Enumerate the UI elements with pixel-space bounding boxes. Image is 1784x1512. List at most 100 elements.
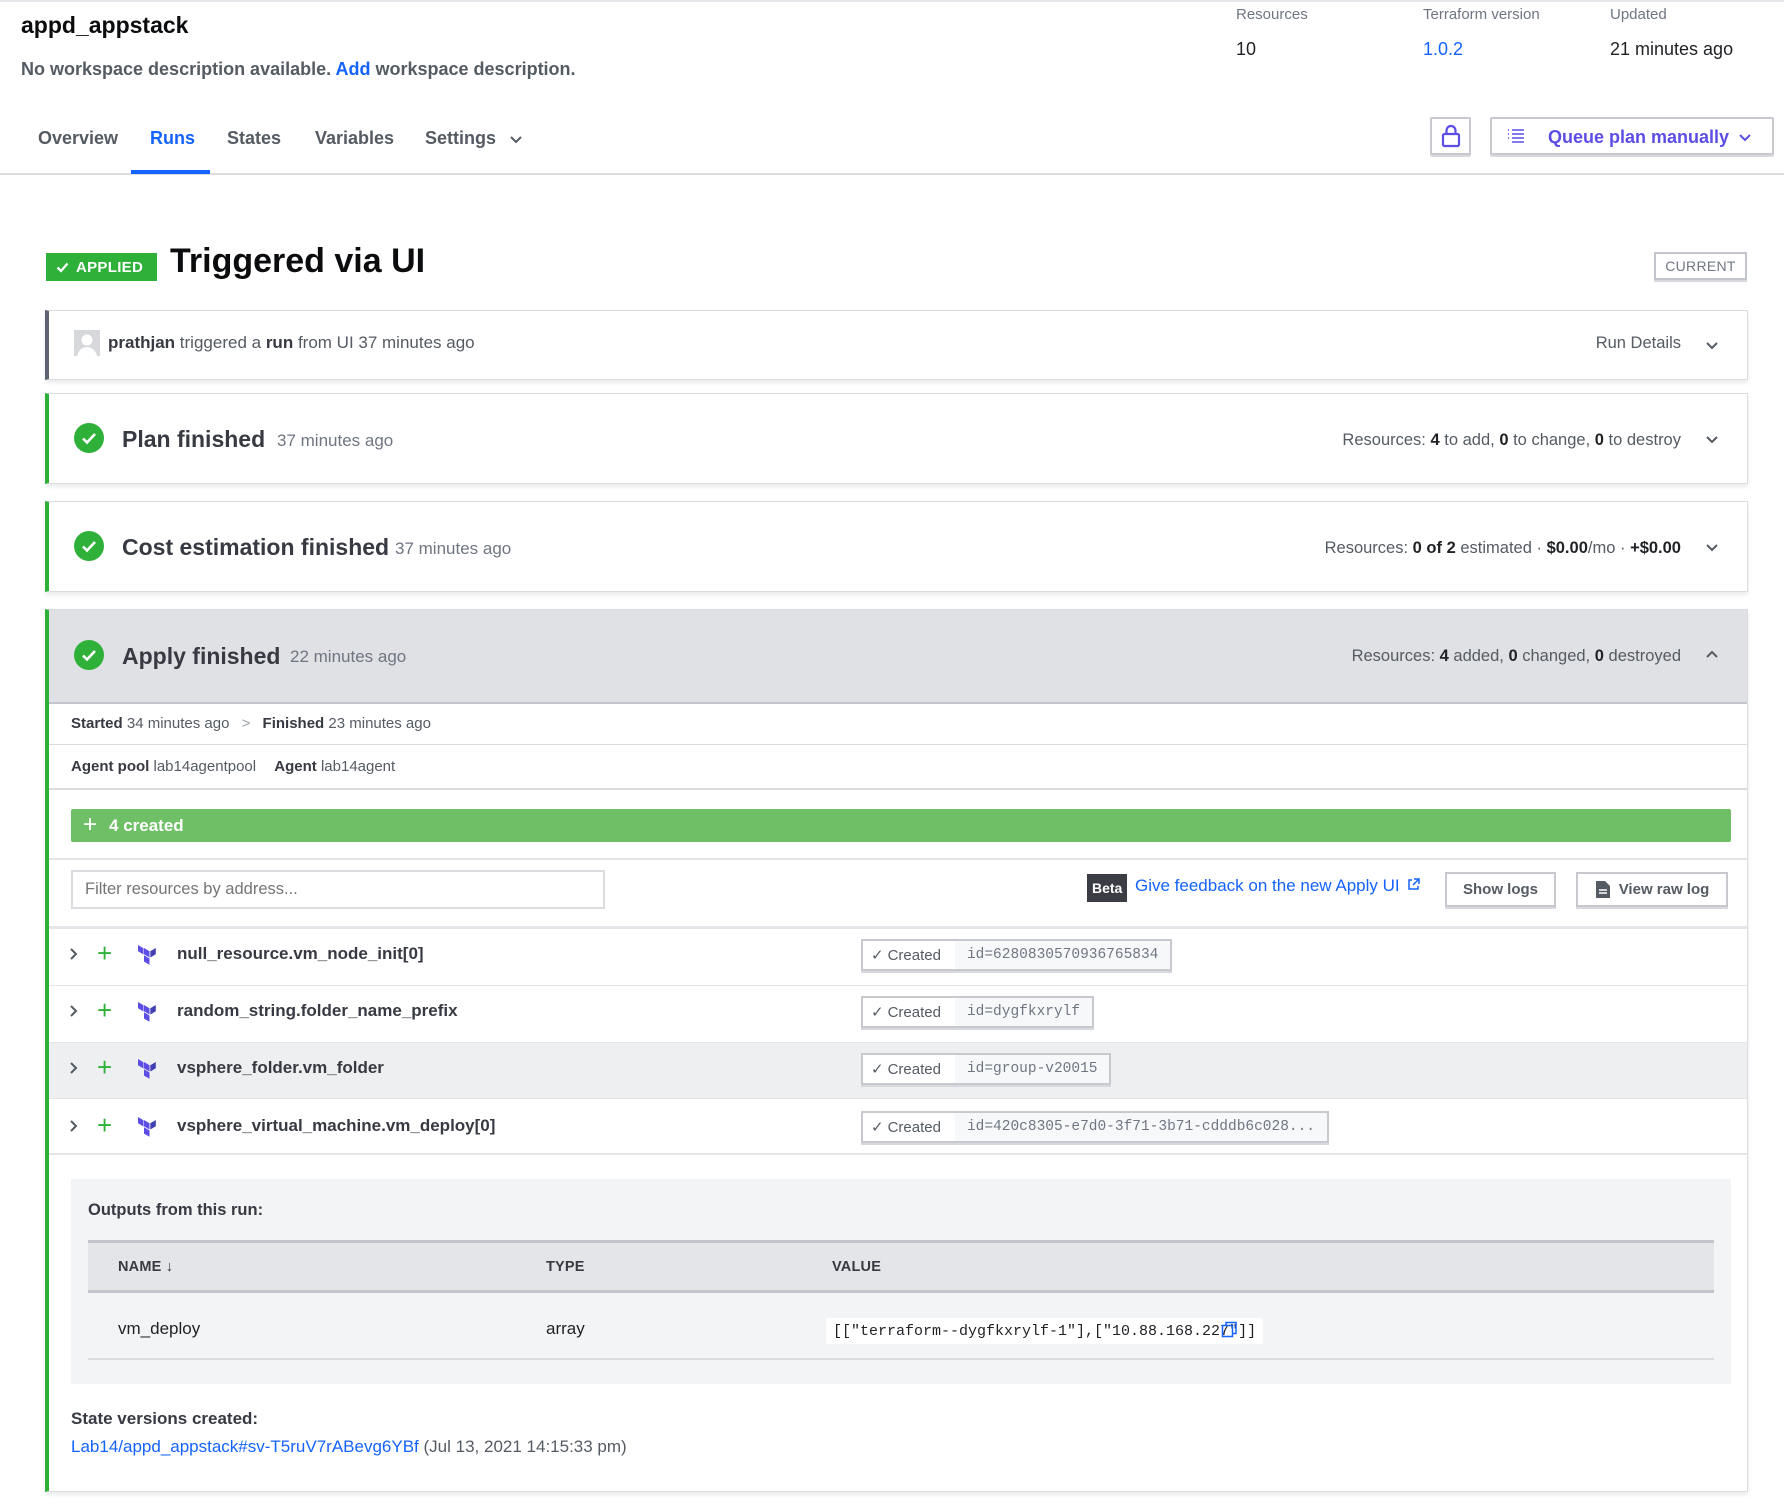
- resource-id: id=group-v20015: [954, 1055, 1110, 1083]
- document-icon: [1595, 881, 1610, 898]
- outputs-label: Outputs from this run:: [88, 1201, 264, 1219]
- tab-overview[interactable]: Overview: [38, 128, 118, 149]
- lock-workspace-button[interactable]: [1430, 117, 1471, 155]
- external-link-icon: [1408, 878, 1421, 890]
- user-avatar-icon: [77, 334, 97, 356]
- summary-label: Resources:: [1324, 539, 1409, 557]
- column-header-name[interactable]: NAME ↓: [118, 1259, 173, 1275]
- cost-title: Cost estimation finished: [122, 534, 390, 560]
- plan-time: 37 minutes ago: [277, 431, 394, 450]
- state-version-date: (Jul 13, 2021 14:15:33 pm): [423, 1437, 627, 1456]
- summary-count: 0: [1508, 647, 1518, 665]
- success-check-icon: [74, 531, 104, 561]
- state-version-link[interactable]: Lab14/appd_appstack#sv-T5ruV7rABevg6YBf: [71, 1437, 419, 1456]
- plus-icon: +: [97, 938, 113, 968]
- terraform-version-link[interactable]: 1.0.2: [1423, 39, 1540, 60]
- table-row[interactable]: + random_string.folder_name_prefix ✓ Crea…: [49, 985, 1747, 1042]
- outputs-panel: Outputs from this run: NAME ↓ TYPE VALUE…: [71, 1179, 1731, 1384]
- output-type: array: [546, 1319, 585, 1338]
- add-description-link[interactable]: Add: [335, 59, 370, 79]
- chevron-up-icon[interactable]: [1705, 648, 1719, 662]
- resource-status-label: ✓ Created: [863, 998, 955, 1026]
- resource-status: ✓ Created id=group-v20015: [861, 1053, 1112, 1085]
- chevron-down-icon: [1739, 134, 1751, 142]
- check-icon: ✓: [871, 947, 884, 964]
- chevron-right-icon[interactable]: [69, 947, 79, 961]
- check-icon: ✓: [871, 1004, 884, 1021]
- arrow-separator: >: [241, 715, 251, 732]
- view-raw-log-label: View raw log: [1618, 881, 1710, 898]
- table-row[interactable]: + vsphere_virtual_machine.vm_deploy[0] ✓…: [49, 1098, 1747, 1155]
- avatar: [74, 330, 100, 356]
- summary-count: 4: [1439, 647, 1449, 665]
- summary-label: Resources:: [1342, 431, 1426, 449]
- resource-status-label: ✓ Created: [863, 941, 955, 969]
- status-badge: APPLIED: [46, 253, 158, 281]
- feedback-link[interactable]: Give feedback on the new Apply UI: [1135, 876, 1421, 896]
- resource-status: ✓ Created id=dygfkxrylf: [861, 996, 1095, 1028]
- resource-address: vsphere_folder.vm_folder: [177, 1058, 384, 1077]
- created-count: 4 created: [109, 815, 184, 835]
- tab-states[interactable]: States: [227, 128, 281, 149]
- divider: [49, 858, 1747, 860]
- queue-plan-button[interactable]: Queue plan manually: [1490, 117, 1774, 155]
- agent-label: Agent: [274, 758, 317, 775]
- cost-estimation-card[interactable]: Cost estimation finished 37 minutes ago …: [45, 501, 1748, 592]
- tab-settings-label: Settings: [425, 128, 497, 148]
- copy-icon[interactable]: [1221, 1321, 1238, 1338]
- state-versions-label: State versions created:: [71, 1409, 259, 1428]
- tab-settings[interactable]: Settings: [425, 128, 523, 149]
- chevron-down-icon[interactable]: [1705, 338, 1719, 352]
- finished-value: 23 minutes ago: [328, 715, 431, 732]
- filter-resources-input[interactable]: [71, 870, 605, 909]
- current-badge: CURRENT: [1654, 252, 1747, 280]
- trigger-user: prathjan: [108, 333, 176, 352]
- terraform-icon: [138, 1002, 156, 1022]
- chevron-down-icon[interactable]: [1705, 540, 1719, 554]
- apply-time: 22 minutes ago: [290, 647, 407, 666]
- summary-count: $0.00: [1546, 539, 1588, 557]
- summary-count: 0: [1594, 431, 1604, 449]
- trigger-text-part: triggered a: [179, 333, 262, 352]
- apply-card: Apply finished 22 minutes ago Resources:…: [45, 609, 1748, 1492]
- plan-card[interactable]: Plan finished 37 minutes ago Resources: …: [45, 393, 1748, 484]
- summary-label: destroyed: [1608, 647, 1681, 665]
- active-tab-indicator: [131, 170, 210, 174]
- resource-id: id=6280830570936765834: [954, 941, 1171, 969]
- table-row[interactable]: + vsphere_folder.vm_folder ✓ Created id=g…: [49, 1042, 1747, 1099]
- stat-resources: Resources 10: [1236, 6, 1308, 60]
- chevron-right-icon[interactable]: [69, 1061, 79, 1075]
- finished-label: Finished: [262, 715, 325, 732]
- stat-label: Resources: [1236, 6, 1308, 23]
- apply-title: Apply finished: [122, 643, 281, 669]
- tab-runs[interactable]: Runs: [150, 128, 195, 149]
- apply-card-header[interactable]: Apply finished 22 minutes ago Resources:…: [49, 610, 1747, 702]
- agent-pool-label: Agent pool: [71, 758, 150, 775]
- status-badge-label: APPLIED: [76, 258, 144, 276]
- workspace-description-suffix: workspace description.: [375, 59, 576, 79]
- run-details-toggle[interactable]: Run Details: [1596, 334, 1681, 353]
- table-row[interactable]: + null_resource.vm_node_init[0] ✓ Created…: [49, 928, 1747, 985]
- cost-time: 37 minutes ago: [395, 539, 512, 558]
- check-icon: [56, 262, 69, 273]
- success-check-icon: [74, 640, 104, 670]
- beta-badge: Beta: [1087, 874, 1128, 902]
- column-header-value: VALUE: [832, 1259, 882, 1275]
- terraform-icon: [138, 945, 156, 965]
- show-logs-button[interactable]: Show logs: [1445, 872, 1556, 907]
- apply-summary: Resources: 4 added, 0 changed, 0 destroy…: [1352, 647, 1681, 666]
- view-raw-log-button[interactable]: View raw log: [1576, 872, 1728, 907]
- plus-icon: +: [97, 995, 113, 1025]
- chevron-right-icon[interactable]: [69, 1119, 79, 1133]
- run-title: Triggered via UI: [170, 242, 426, 280]
- summary-label: to change,: [1513, 431, 1591, 449]
- workspace-title: appd_appstack: [21, 12, 189, 38]
- plan-title: Plan finished: [122, 426, 266, 452]
- apply-timing-row: Started 34 minutes ago > Finished 23 min…: [49, 702, 1747, 744]
- resource-status-label: ✓ Created: [863, 1113, 955, 1141]
- chevron-down-icon[interactable]: [1705, 432, 1719, 446]
- plus-icon: +: [97, 1052, 113, 1082]
- stat-value: 21 minutes ago: [1610, 39, 1734, 59]
- chevron-right-icon[interactable]: [69, 1004, 79, 1018]
- tab-variables[interactable]: Variables: [315, 128, 394, 149]
